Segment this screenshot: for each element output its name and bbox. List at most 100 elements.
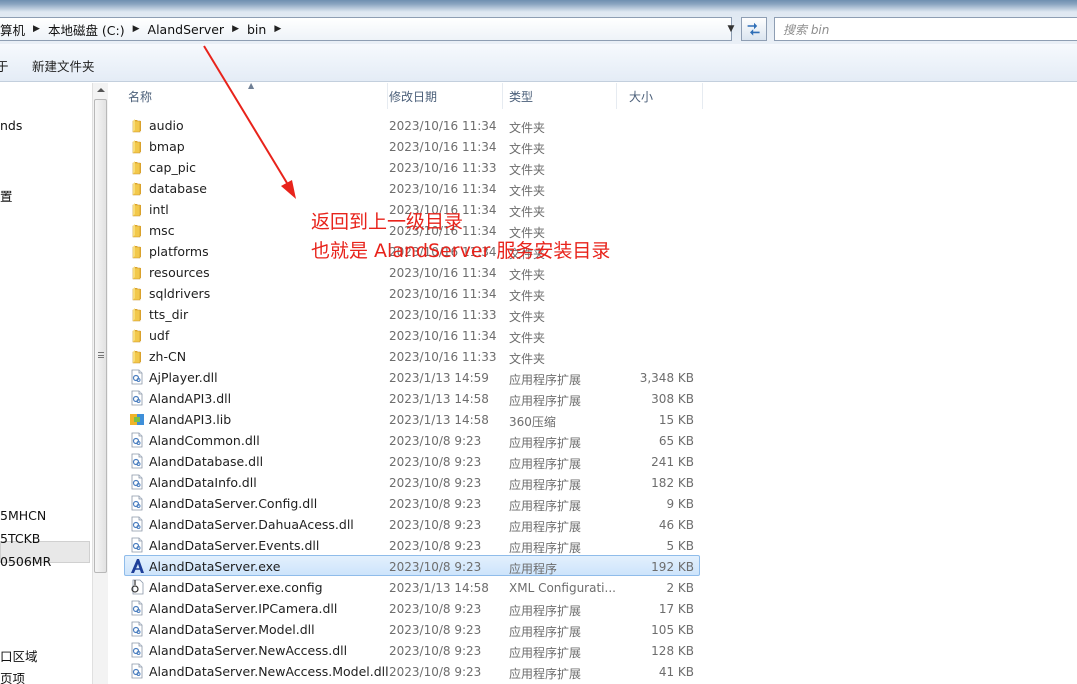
breadcrumb-separator-icon[interactable]: ▶: [30, 24, 43, 34]
column-size[interactable]: 大小: [617, 83, 703, 109]
refresh-button[interactable]: [741, 17, 767, 41]
file-type: 应用程序扩展: [509, 373, 582, 387]
file-size: 192 KB: [651, 560, 694, 574]
file-name: resources: [149, 265, 210, 280]
breadcrumb-computer[interactable]: 算机: [0, 20, 30, 39]
file-row[interactable]: AlandDataServer.DahuaAcess.dll 2023/10/8 …: [124, 513, 700, 534]
file-name: AlandDataServer.NewAccess.dll: [149, 643, 348, 658]
file-date: 2023/10/8 9:23: [389, 665, 482, 679]
nav-scrollbar-thumb[interactable]: [94, 99, 107, 573]
file-row[interactable]: cap_pic 2023/10/16 11:33 文件夹: [124, 156, 700, 177]
address-dropdown-icon[interactable]: ▼: [722, 17, 740, 41]
file-date: 2023/10/8 9:23: [389, 434, 482, 448]
file-row[interactable]: AlandCommon.dll 2023/10/8 9:23 应用程序扩展 65 KB: [124, 429, 700, 450]
file-size: 182 KB: [651, 476, 694, 490]
folder-icon: [129, 222, 145, 238]
file-date: 2023/10/16 11:33: [389, 308, 497, 322]
nav-item[interactable]: 口区域: [0, 646, 38, 665]
nav-item[interactable]: 置: [0, 186, 13, 205]
dll-file-icon: [129, 390, 145, 406]
file-name: sqldrivers: [149, 286, 211, 301]
file-row[interactable]: AlandDataServer.NewAccess.Model.dll 2023/…: [124, 660, 700, 681]
breadcrumb-separator-icon[interactable]: ▶: [130, 24, 143, 34]
breadcrumb-alandserver[interactable]: AlandServer: [143, 22, 230, 37]
file-date: 2023/10/16 11:34: [389, 182, 497, 196]
file-type: 文件夹: [509, 289, 546, 303]
search-input[interactable]: 搜索 bin: [774, 17, 1077, 41]
file-name: AlandDataServer.Events.dll: [149, 538, 320, 553]
file-row[interactable]: sqldrivers 2023/10/16 11:34 文件夹: [124, 282, 700, 303]
dll-file-icon: [129, 600, 145, 616]
breadcrumb-bin[interactable]: bin: [242, 22, 271, 37]
file-row[interactable]: udf 2023/10/16 11:34 文件夹: [124, 324, 700, 345]
search-placeholder: 搜索 bin: [783, 22, 830, 37]
column-type[interactable]: 类型: [497, 83, 617, 109]
file-type: 应用程序扩展: [509, 541, 582, 555]
file-name: AlandDataInfo.dll: [149, 475, 257, 490]
file-name: zh-CN: [149, 349, 187, 364]
dll-file-icon: [129, 432, 145, 448]
new-folder-button[interactable]: 新建文件夹: [32, 56, 95, 75]
file-type: 应用程序扩展: [509, 499, 582, 513]
file-size: 128 KB: [651, 644, 694, 658]
nav-item[interactable]: nds: [0, 118, 22, 133]
column-date[interactable]: 修改日期: [377, 83, 503, 109]
file-row[interactable]: tts_dir 2023/10/16 11:33 文件夹: [124, 303, 700, 324]
file-name: AlandDataServer.Config.dll: [149, 496, 318, 511]
file-row[interactable]: AlandDataServer.exe.config 2023/1/13 14:5…: [124, 576, 700, 597]
file-row[interactable]: AlandDataServer.exe 2023/10/8 9:23 应用程序 192…: [124, 555, 700, 576]
file-date: 2023/10/8 9:23: [389, 455, 482, 469]
file-row[interactable]: resources 2023/10/16 11:34 文件夹: [124, 261, 700, 282]
file-row[interactable]: AlandDataServer.Events.dll 2023/10/8 9:23…: [124, 534, 700, 555]
file-size: 15 KB: [658, 413, 694, 427]
file-row[interactable]: AlandAPI3.dll 2023/1/13 14:58 应用程序扩展 308 KB: [124, 387, 700, 408]
folder-icon: [129, 117, 145, 133]
nav-item[interactable]: 5MHCN: [0, 508, 46, 523]
file-date: 2023/1/13 14:59: [389, 371, 489, 385]
file-row[interactable]: AlandDataInfo.dll 2023/10/8 9:23 应用程序扩展 182…: [124, 471, 700, 492]
file-type: XML Configurati...: [509, 581, 616, 595]
dll-file-icon: [129, 453, 145, 469]
command-bar-fragment[interactable]: 于: [0, 56, 9, 75]
nav-scrollbar[interactable]: [92, 83, 108, 684]
file-row[interactable]: AlandDataServer.NewAccess.dll 2023/10/8 9…: [124, 639, 700, 660]
file-type: 文件夹: [509, 310, 546, 324]
address-bar[interactable]: 算机 ▶ 本地磁盘 (C:) ▶ AlandServer ▶ bin ▶: [0, 17, 732, 41]
file-row[interactable]: AlandDataServer.Config.dll 2023/10/8 9:23…: [124, 492, 700, 513]
dll-file-icon: [129, 537, 145, 553]
column-name[interactable]: 名称: [116, 83, 388, 109]
file-row[interactable]: AjPlayer.dll 2023/1/13 14:59 应用程序扩展 3,348 K…: [124, 366, 700, 387]
breadcrumb-separator-icon[interactable]: ▶: [271, 24, 284, 34]
file-row[interactable]: AlandAPI3.lib 2023/1/13 14:58 360压缩 15 KB: [124, 408, 700, 429]
file-date: 2023/10/16 11:34: [389, 140, 497, 154]
file-name: AlandAPI3.dll: [149, 391, 232, 406]
nav-item[interactable]: 0506MR: [0, 554, 51, 569]
file-date: 2023/1/13 14:58: [389, 392, 489, 406]
folder-icon: [129, 138, 145, 154]
file-row[interactable]: database 2023/10/16 11:34 文件夹: [124, 177, 700, 198]
file-row[interactable]: AlandDataServer.IPCamera.dll 2023/10/8 9:…: [124, 597, 700, 618]
nav-item[interactable]: 页项: [0, 668, 25, 684]
file-row[interactable]: AlandDatabase.dll 2023/10/8 9:23 应用程序扩展 241…: [124, 450, 700, 471]
file-size: 46 KB: [658, 518, 694, 532]
scroll-up-arrow-icon[interactable]: [97, 88, 105, 92]
file-row[interactable]: bmap 2023/10/16 11:34 文件夹: [124, 135, 700, 156]
file-name: platforms: [149, 244, 209, 259]
breadcrumb-local-disk[interactable]: 本地磁盘 (C:): [43, 20, 130, 39]
file-type: 文件夹: [509, 184, 546, 198]
nav-item[interactable]: 5TCKB: [0, 531, 40, 546]
folder-icon: [129, 159, 145, 175]
folder-icon: [129, 201, 145, 217]
file-type: 文件夹: [509, 163, 546, 177]
file-row[interactable]: AlandDataServer.Model.dll 2023/10/8 9:23 应…: [124, 618, 700, 639]
file-row[interactable]: zh-CN 2023/10/16 11:33 文件夹: [124, 345, 700, 366]
navigation-pane: nds 置 5MHCN 5TCKB 0506MR 口区域页项: [0, 83, 92, 684]
file-type: 文件夹: [509, 121, 546, 135]
file-size: 5 KB: [666, 539, 694, 553]
file-date: 2023/10/8 9:23: [389, 476, 482, 490]
file-name: cap_pic: [149, 160, 196, 175]
dll-file-icon: [129, 516, 145, 532]
breadcrumb-separator-icon[interactable]: ▶: [229, 24, 242, 34]
file-name: AlandDataServer.Model.dll: [149, 622, 315, 637]
file-row[interactable]: audio 2023/10/16 11:34 文件夹: [124, 114, 700, 135]
